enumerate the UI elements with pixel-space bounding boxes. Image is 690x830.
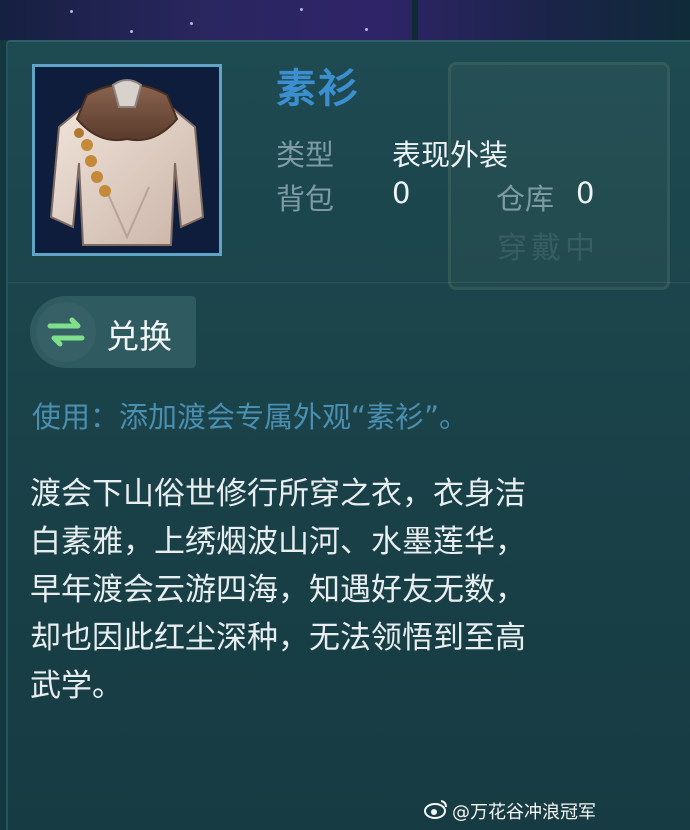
type-value: 表现外装	[392, 138, 509, 172]
section-divider	[8, 282, 690, 283]
bag-label: 背包	[276, 182, 335, 216]
item-name: 素衫	[276, 66, 360, 112]
item-tooltip-panel: 穿戴中 素衫 类型 表现外装 背包 0 仓库 0 兑换 使用：添加渡会专属外观“…	[6, 40, 690, 830]
usage-text: 使用：添加渡会专属外观“素衫”。	[32, 400, 469, 434]
description-line: 白素雅，上绣烟波山河、水墨莲华，	[30, 524, 526, 560]
warehouse-count: 0	[576, 176, 595, 210]
star-decoration	[190, 22, 193, 25]
robe-garment-icon	[49, 79, 205, 246]
top-strip-divider	[412, 0, 418, 40]
bag-count: 0	[392, 176, 411, 210]
swap-arrows-icon	[36, 302, 96, 362]
warehouse-label: 仓库	[496, 182, 555, 216]
star-decoration	[130, 30, 133, 33]
watermark-text: @万花谷冲浪冠军	[452, 802, 596, 823]
background-equipped-card: 穿戴中	[448, 62, 670, 290]
star-decoration	[365, 28, 368, 31]
description-line: 早年渡会云游四海，知遇好友无数，	[30, 572, 526, 608]
exchange-label: 兑换	[106, 317, 172, 356]
top-background-strip	[0, 0, 690, 40]
type-label: 类型	[276, 138, 335, 172]
description-line: 却也因此红尘深种，无法领悟到至高	[30, 620, 526, 656]
description-line: 渡会下山俗世修行所穿之衣，衣身洁	[30, 476, 526, 512]
item-icon-frame[interactable]	[32, 64, 222, 256]
exchange-button[interactable]: 兑换	[30, 296, 196, 368]
equipped-status-text: 穿戴中	[497, 231, 599, 266]
star-decoration	[300, 8, 303, 11]
star-decoration	[70, 10, 73, 13]
description-line: 武学。	[30, 668, 123, 704]
weibo-icon	[424, 800, 447, 819]
